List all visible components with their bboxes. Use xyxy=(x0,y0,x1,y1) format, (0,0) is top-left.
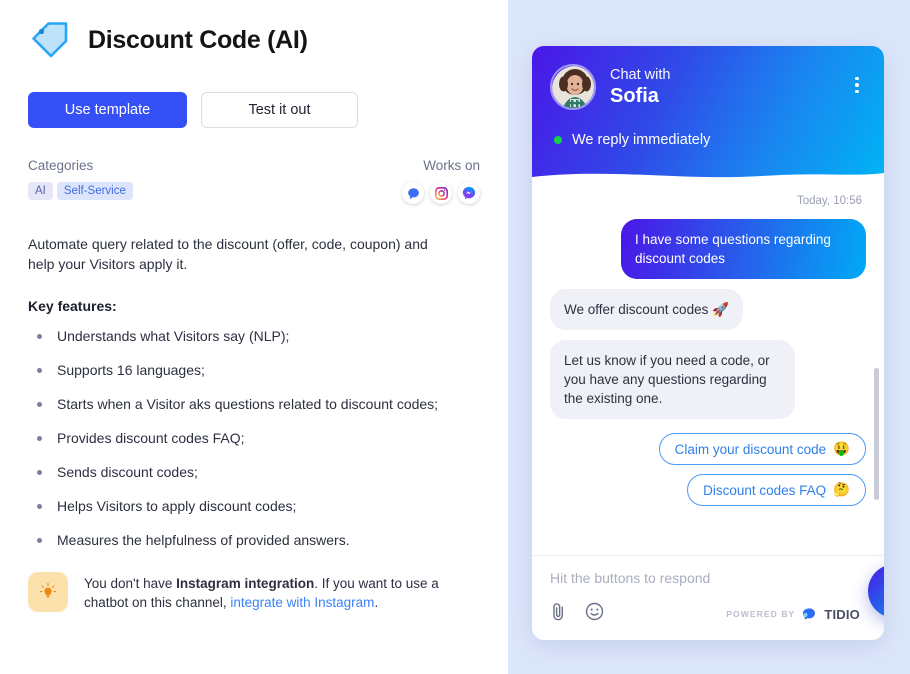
template-info-panel: Discount Code (AI) Use template Test it … xyxy=(0,0,508,674)
works-on-block: Works on xyxy=(402,158,480,204)
live-chat-icon[interactable] xyxy=(402,182,424,204)
integrate-with-instagram-link[interactable]: integrate with Instagram xyxy=(230,595,374,610)
send-icon xyxy=(883,579,885,604)
bot-message: Let us know if you need a code, or you h… xyxy=(550,340,795,419)
tidio-logo-icon xyxy=(803,607,816,620)
composer-icons xyxy=(550,602,604,626)
quick-reply-buttons: Claim your discount code 🤑 Discount code… xyxy=(550,433,866,506)
status-text: We reply immediately xyxy=(572,132,711,148)
use-template-button[interactable]: Use template xyxy=(28,92,187,128)
visitor-message: I have some questions regarding discount… xyxy=(621,219,866,279)
messages-scrollbar[interactable] xyxy=(874,368,879,500)
message-timestamp: Today, 10:56 xyxy=(796,195,862,207)
quick-reply-discount-codes-faq[interactable]: Discount codes FAQ 🤔 xyxy=(687,474,866,506)
key-features-label: Key features: xyxy=(28,298,117,314)
test-it-out-button[interactable]: Test it out xyxy=(201,92,358,128)
message-input[interactable]: Hit the buttons to respond xyxy=(550,570,866,586)
title-row: Discount Code (AI) xyxy=(28,18,480,62)
powered-by-tidio[interactable]: POWERED BY TIDIO xyxy=(726,607,866,622)
tag-icon xyxy=(28,18,72,62)
bot-message: We offer discount codes 🚀 xyxy=(550,289,743,330)
send-button[interactable] xyxy=(868,564,884,618)
agent-name: Sofia xyxy=(610,85,659,107)
channel-icons xyxy=(402,182,480,204)
works-on-label: Works on xyxy=(423,158,480,173)
categories-block: Categories AI Self-Service xyxy=(28,158,133,200)
category-tag-ai[interactable]: AI xyxy=(28,182,53,200)
online-status-dot-icon xyxy=(554,136,562,144)
smiley-icon[interactable] xyxy=(585,602,604,626)
chat-composer: Hit the buttons to respond POWERED BY TI… xyxy=(532,555,884,640)
chat-messages-area: Today, 10:56 I have some questions regar… xyxy=(532,183,884,555)
notice-text-bold: Instagram integration xyxy=(176,576,315,591)
avatar xyxy=(550,64,596,110)
kebab-menu-icon[interactable] xyxy=(848,74,866,96)
instagram-icon[interactable] xyxy=(430,182,452,204)
chat-header-top: Chat with Sofia xyxy=(532,46,884,110)
categories-label: Categories xyxy=(28,158,94,173)
page-title: Discount Code (AI) xyxy=(88,25,308,54)
money-mouth-emoji-icon: 🤑 xyxy=(833,441,850,456)
list-item: Helps Visitors to apply discount codes; xyxy=(28,498,480,514)
list-item: Supports 16 languages; xyxy=(28,362,480,378)
powered-by-label: POWERED BY xyxy=(726,609,796,619)
list-item: Understands what Visitors say (NLP); xyxy=(28,328,480,344)
category-tag-self-service[interactable]: Self-Service xyxy=(56,182,133,200)
thinking-face-emoji-icon: 🤔 xyxy=(833,482,850,497)
notice-text-after: . xyxy=(374,595,379,610)
list-item: Measures the helpfulness of provided ans… xyxy=(28,532,480,548)
template-detail-page: Discount Code (AI) Use template Test it … xyxy=(0,0,910,674)
paperclip-icon[interactable] xyxy=(550,602,567,626)
quick-reply-label: Discount codes FAQ xyxy=(703,482,827,498)
list-item: Starts when a Visitor aks questions rela… xyxy=(28,396,480,412)
category-tags: AI Self-Service xyxy=(28,182,133,200)
quick-reply-claim-discount-code[interactable]: Claim your discount code 🤑 xyxy=(658,433,866,465)
chat-widget: Chat with Sofia We reply immediately Tod… xyxy=(532,46,884,640)
feature-list: Understands what Visitors say (NLP); Sup… xyxy=(28,328,480,548)
list-item: Sends discount codes; xyxy=(28,464,480,480)
quick-reply-label: Claim your discount code xyxy=(674,441,827,457)
notice-text-before: You don't have xyxy=(84,576,177,591)
notice-text: You don't have Instagram integration. If… xyxy=(84,572,480,612)
header-wave-divider xyxy=(532,173,884,184)
action-buttons: Use template Test it out xyxy=(28,92,480,128)
messenger-icon[interactable] xyxy=(458,182,480,204)
composer-toolbar: POWERED BY TIDIO xyxy=(550,602,866,626)
integration-notice: You don't have Instagram integration. If… xyxy=(28,572,480,612)
chat-status: We reply immediately xyxy=(532,110,884,148)
chat-title-block: Chat with Sofia xyxy=(610,66,848,108)
chat-with-label: Chat with xyxy=(610,67,671,83)
meta-row: Categories AI Self-Service Works on xyxy=(28,158,480,204)
template-description: Automate query related to the discount (… xyxy=(28,236,428,272)
list-item: Provides discount codes FAQ; xyxy=(28,430,480,446)
lightbulb-icon xyxy=(28,572,68,612)
chat-preview-panel: Chat with Sofia We reply immediately Tod… xyxy=(508,0,910,674)
tidio-brand-name: TIDIO xyxy=(824,606,860,622)
chat-header: Chat with Sofia We reply immediately xyxy=(532,46,884,184)
